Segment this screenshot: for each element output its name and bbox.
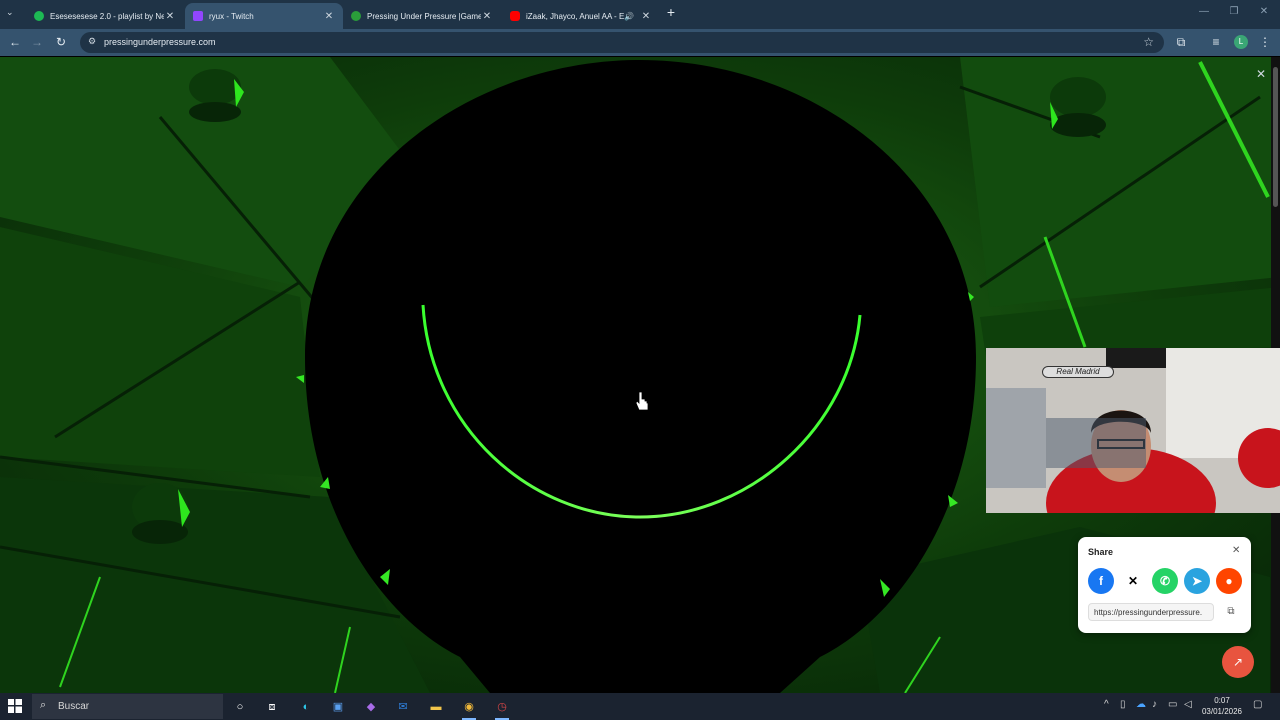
taskbar-clock[interactable]: 0:07 03/01/2026 — [1200, 695, 1244, 717]
close-game-icon[interactable]: ✕ — [1256, 67, 1266, 81]
reload-icon[interactable]: ↻ — [52, 33, 70, 51]
file-explorer-icon[interactable]: ▬ — [424, 696, 448, 718]
browser-menu-icon[interactable]: ⋮ — [1256, 33, 1274, 51]
tab-spotify[interactable]: Esesesesese 2.0 - playlist by Ne ✕ — [26, 3, 184, 29]
clock-time: 0:07 — [1214, 696, 1230, 705]
minimize-icon[interactable]: — — [1194, 6, 1214, 17]
back-arrow-icon[interactable]: ← — [6, 33, 24, 51]
notifications-icon[interactable]: ▢ — [1253, 699, 1262, 710]
peg — [1050, 77, 1106, 117]
clock-date: 03/01/2026 — [1201, 707, 1243, 716]
share-fab-button[interactable]: ↗ — [1222, 646, 1254, 678]
browser-tab-bar: ⌄ Esesesesese 2.0 - playlist by Ne ✕ ryu… — [0, 0, 1280, 29]
peg — [132, 520, 188, 544]
peg — [189, 69, 241, 105]
close-tab-icon[interactable]: ✕ — [323, 11, 335, 22]
speaker-icon[interactable]: 🔊 — [624, 12, 636, 21]
windows-start-icon[interactable] — [8, 699, 22, 713]
maximize-icon[interactable]: ❐ — [1224, 6, 1244, 17]
webcam-overlay: Real Madrid — [986, 348, 1280, 513]
dark-object — [1106, 348, 1166, 368]
tab-twitch[interactable]: ryux - Twitch ✕ — [185, 3, 343, 29]
outlook-icon[interactable]: ✉ — [391, 696, 415, 718]
windows-taskbar: ⌕ Buscar ○ ⧈ ◐ ▣ ◆ ✉ ▬ ◉ ◷ ^ ▯ ☁ ♪ ▭ ◁ 0… — [0, 693, 1280, 720]
extensions-icon[interactable]: ⧉ — [1172, 33, 1190, 51]
search-placeholder[interactable]: Buscar — [58, 701, 89, 712]
share-icon: ↗ — [1232, 655, 1244, 669]
twitch-icon — [193, 11, 203, 21]
copy-icon[interactable]: ⧉ — [1222, 603, 1240, 621]
clock-app-icon[interactable]: ◷ — [490, 696, 514, 720]
share-url-field[interactable]: https://pressingunderpressure. — [1088, 603, 1214, 621]
game-viewport[interactable]: ✕ Real Madrid Share ✕ f ✕ ✆ ➤ ● https://… — [0, 57, 1280, 693]
site-info-icon[interactable]: ⚙ — [88, 36, 96, 47]
edge-icon[interactable]: ◐ — [294, 696, 318, 718]
tray-chevron-icon[interactable]: ^ — [1104, 699, 1109, 710]
peg — [1050, 113, 1106, 137]
profile-avatar[interactable]: L — [1234, 35, 1248, 49]
reddit-share-button[interactable]: ● — [1216, 568, 1242, 594]
media-controls-icon[interactable]: ≡ — [1207, 33, 1225, 51]
whatsapp-icon: ✆ — [1159, 574, 1171, 588]
task-view-icon[interactable]: ⧈ — [260, 696, 284, 718]
onedrive-icon[interactable]: ☁ — [1136, 699, 1146, 710]
scrollbar-thumb[interactable] — [1273, 67, 1278, 207]
store-icon[interactable]: ▣ — [326, 696, 350, 718]
chair — [1046, 418, 1146, 468]
search-icon: ⌕ — [40, 699, 47, 711]
whatsapp-share-button[interactable]: ✆ — [1152, 568, 1178, 594]
browser-toolbar: ← → ↻ ⚙ pressingunderpressure.com ☆ ⧉ ≡ … — [0, 29, 1280, 56]
volume-icon[interactable]: ◁ — [1184, 699, 1192, 710]
telegram-icon: ➤ — [1191, 574, 1203, 588]
tray-device-icon[interactable]: ▯ — [1120, 699, 1126, 710]
shelf — [986, 388, 1046, 488]
webcam-image — [986, 348, 1280, 513]
share-url-text[interactable]: https://pressingunderpressure. — [1094, 608, 1202, 617]
game-icon — [351, 11, 361, 21]
visual-studio-icon[interactable]: ◆ — [359, 696, 383, 718]
bookmark-star-icon[interactable]: ☆ — [1143, 35, 1154, 49]
taskbar-search[interactable]: ⌕ Buscar — [32, 694, 223, 719]
microphone-icon[interactable]: ♪ — [1152, 699, 1157, 710]
x-icon: ✕ — [1127, 574, 1139, 588]
tab-list-chevron-icon[interactable]: ⌄ — [6, 7, 14, 18]
network-icon[interactable]: ▭ — [1168, 699, 1177, 710]
tab-title: Pressing Under Pressure |Game — [367, 11, 481, 21]
tab-title: iZaak, Jhayco, Anuel AA - El — [526, 11, 624, 21]
url-text[interactable]: pressingunderpressure.com — [104, 37, 216, 47]
close-window-icon[interactable]: ✕ — [1254, 6, 1274, 17]
address-bar[interactable]: ⚙ pressingunderpressure.com ☆ — [80, 32, 1164, 53]
cortana-icon[interactable]: ○ — [228, 696, 252, 718]
share-panel: Share ✕ f ✕ ✆ ➤ ● https://pressingunderp… — [1078, 537, 1251, 633]
new-tab-button[interactable]: + — [663, 4, 679, 22]
black-cylinder — [305, 60, 976, 693]
tab-title: Esesesesese 2.0 - playlist by Ne — [50, 11, 164, 21]
x-share-button[interactable]: ✕ — [1120, 568, 1146, 594]
close-tab-icon[interactable]: ✕ — [481, 11, 493, 22]
peg — [189, 102, 241, 122]
facebook-share-button[interactable]: f — [1088, 568, 1114, 594]
tab-pressing-under-pressure[interactable]: Pressing Under Pressure |Game ✕ — [343, 3, 501, 29]
tab-youtube[interactable]: iZaak, Jhayco, Anuel AA - El 🔊 ✕ — [502, 3, 660, 29]
facebook-icon: f — [1099, 574, 1103, 588]
forward-arrow-icon[interactable]: → — [28, 33, 46, 51]
close-tab-icon[interactable]: ✕ — [164, 11, 176, 22]
close-share-icon[interactable]: ✕ — [1232, 545, 1240, 556]
reddit-icon: ● — [1225, 574, 1233, 588]
close-tab-icon[interactable]: ✕ — [640, 11, 652, 22]
spotify-icon — [34, 11, 44, 21]
real-madrid-sign: Real Madrid — [1042, 366, 1114, 378]
tab-title: ryux - Twitch — [209, 11, 254, 21]
chrome-icon[interactable]: ◉ — [457, 696, 481, 720]
youtube-icon — [510, 11, 520, 21]
telegram-share-button[interactable]: ➤ — [1184, 568, 1210, 594]
share-title: Share — [1088, 547, 1114, 557]
